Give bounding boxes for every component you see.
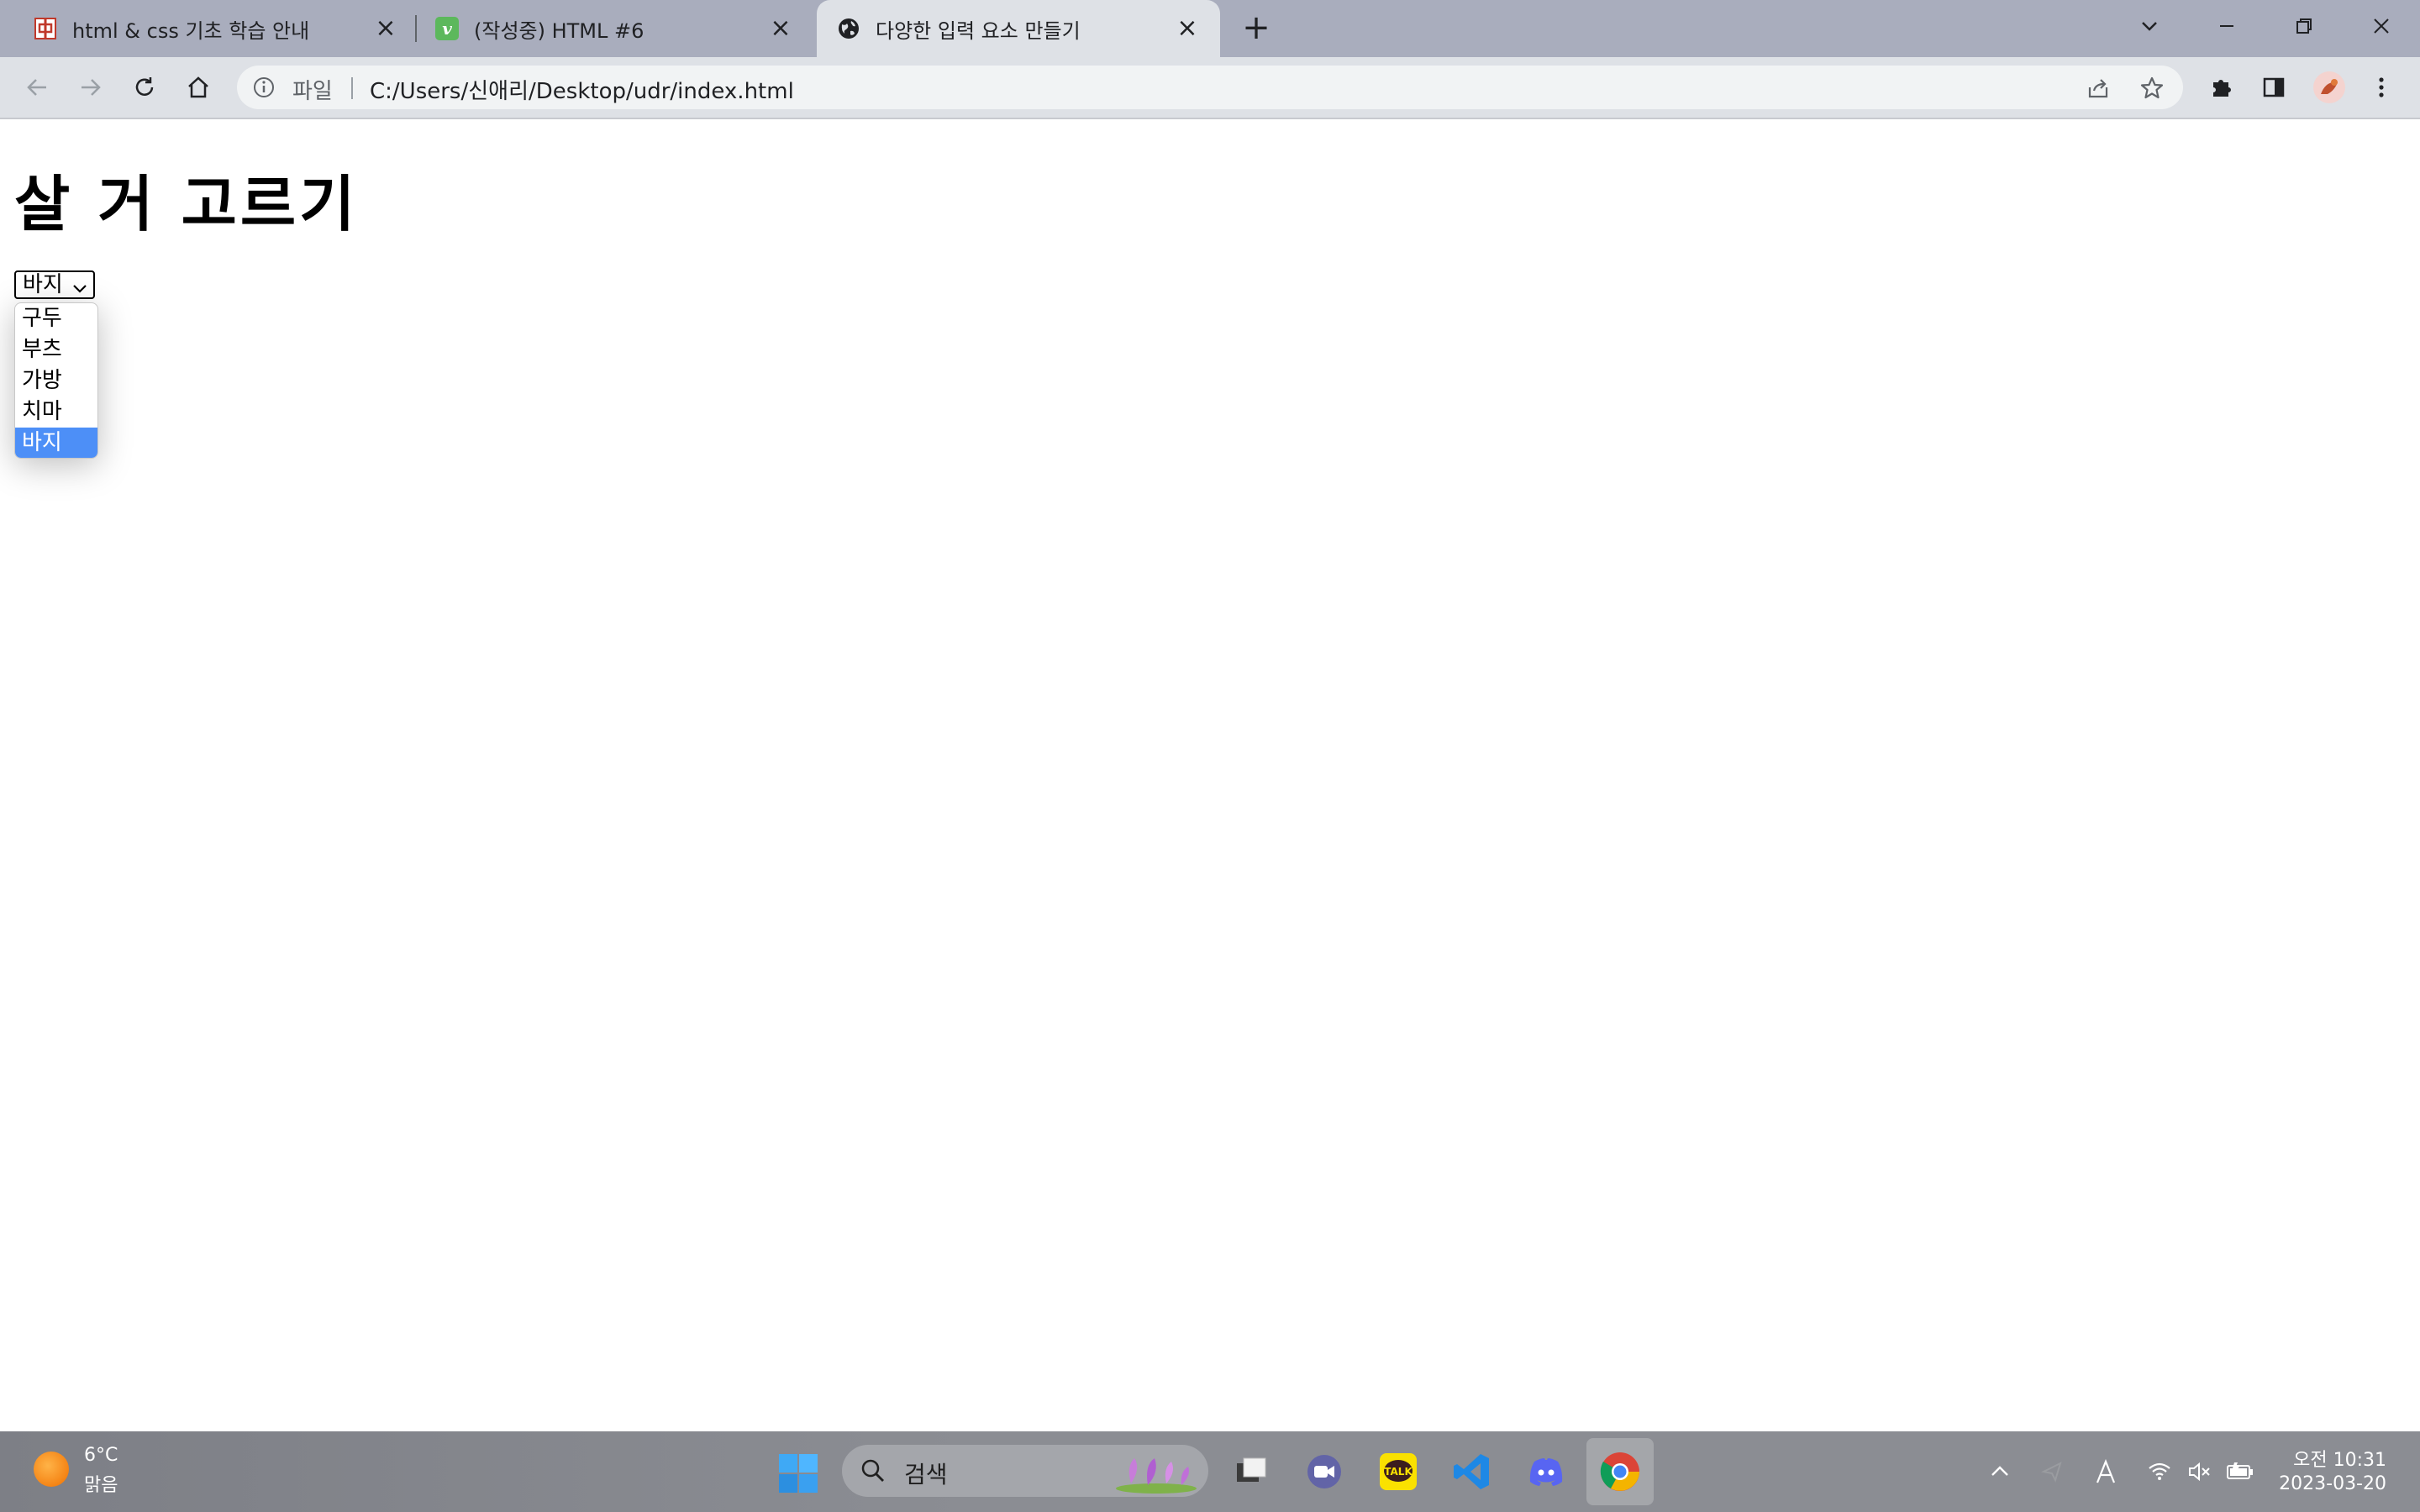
select-value: 바지: [23, 272, 63, 297]
tab-html6-draft[interactable]: v (작성중) HTML #6 ×: [418, 0, 813, 57]
svg-text:TALK: TALK: [1384, 1466, 1413, 1478]
close-window-button[interactable]: [2356, 7, 2407, 44]
tab-search-chevron-icon[interactable]: [2124, 7, 2175, 44]
vscode-icon[interactable]: [1450, 1450, 1494, 1494]
profile-avatar[interactable]: [2311, 69, 2348, 106]
share-icon[interactable]: [2086, 76, 2111, 101]
browser-toolbar: 파일 C:/Users/신애리/Desktop/udr/index.html: [0, 57, 2420, 119]
search-icon: [860, 1458, 886, 1483]
bookmark-star-icon[interactable]: [2139, 76, 2165, 101]
tab-title: html & css 기초 학습 안내: [72, 18, 310, 43]
red-grid-icon: [34, 17, 57, 40]
search-placeholder: 검색: [904, 1461, 948, 1488]
input-method-icon[interactable]: [2091, 1457, 2121, 1487]
clock-time[interactable]: 오전 10:31: [2286, 1445, 2386, 1472]
minimize-button[interactable]: [2202, 7, 2252, 44]
new-tab-button[interactable]: +: [1239, 11, 1273, 45]
tab-input-elements[interactable]: 다양한 입력 요소 만들기 ×: [817, 0, 1220, 57]
tab-html-css[interactable]: html & css 기초 학습 안내 ×: [0, 0, 418, 57]
kakaotalk-icon[interactable]: TALK: [1376, 1450, 1420, 1494]
restore-button[interactable]: [2279, 7, 2329, 44]
more-menu-icon[interactable]: [2363, 69, 2400, 106]
home-button[interactable]: [180, 69, 217, 106]
option-bag[interactable]: 가방: [15, 365, 97, 396]
weather-sun-icon[interactable]: [34, 1452, 69, 1487]
start-windows-icon[interactable]: [778, 1453, 818, 1494]
option-shoes[interactable]: 구두: [15, 303, 97, 334]
extensions-puzzle-icon[interactable]: [2203, 69, 2240, 106]
globe-icon: [837, 17, 860, 40]
tab-title: 다양한 입력 요소 만들기: [876, 18, 1081, 43]
task-view-icon[interactable]: [1230, 1450, 1274, 1494]
tab-separator: [415, 15, 417, 42]
teams-chat-icon[interactable]: [1302, 1450, 1346, 1494]
battery-icon[interactable]: [2225, 1457, 2255, 1487]
speaker-muted-icon[interactable]: [2185, 1457, 2215, 1487]
reload-button[interactable]: [126, 69, 163, 106]
discord-icon[interactable]: [1524, 1450, 1568, 1494]
v-logo-icon: v: [435, 17, 459, 40]
divider: [351, 77, 353, 99]
url-text[interactable]: C:/Users/신애리/Desktop/udr/index.html: [370, 74, 794, 105]
weather-description[interactable]: 맑음: [84, 1470, 118, 1497]
tab-strip: html & css 기초 학습 안내 × v (작성중) HTML #6 × …: [0, 0, 2420, 57]
crocus-flowers-icon: [1114, 1450, 1198, 1494]
clock-date[interactable]: 2023-03-20: [2269, 1473, 2386, 1494]
option-pants[interactable]: 바지: [15, 428, 97, 458]
info-icon[interactable]: [252, 76, 276, 99]
side-panel-icon[interactable]: [2255, 69, 2292, 106]
close-icon[interactable]: ×: [766, 14, 795, 43]
tray-overflow-chevron-icon[interactable]: [1985, 1457, 2015, 1487]
weather-temperature[interactable]: 6°C: [84, 1445, 118, 1466]
taskbar-search-box[interactable]: 검색: [842, 1445, 1208, 1497]
item-select[interactable]: 바지: [14, 270, 95, 299]
close-icon[interactable]: ×: [371, 14, 400, 43]
address-bar[interactable]: 파일 C:/Users/신애리/Desktop/udr/index.html: [237, 66, 2183, 109]
wifi-icon[interactable]: [2144, 1457, 2175, 1487]
page-title: 살 거 고르기: [14, 169, 359, 239]
forward-button[interactable]: [72, 69, 109, 106]
option-skirt[interactable]: 치마: [15, 396, 97, 428]
select-dropdown-list: 구두 부츠 가방 치마 바지: [14, 302, 98, 459]
option-boots[interactable]: 부츠: [15, 334, 97, 365]
windows-taskbar: 6°C 맑음 검색 TALK 오전 10:31 2023-03-20: [0, 1431, 2420, 1512]
send-icon[interactable]: [2037, 1457, 2067, 1487]
url-scheme-label: 파일: [292, 79, 333, 104]
chevron-down-icon: [71, 277, 88, 294]
svg-text:v: v: [442, 18, 452, 39]
back-button[interactable]: [18, 69, 55, 106]
close-icon[interactable]: ×: [1173, 14, 1202, 43]
tab-title: (작성중) HTML #6: [474, 18, 644, 43]
chrome-icon[interactable]: [1586, 1438, 1654, 1505]
